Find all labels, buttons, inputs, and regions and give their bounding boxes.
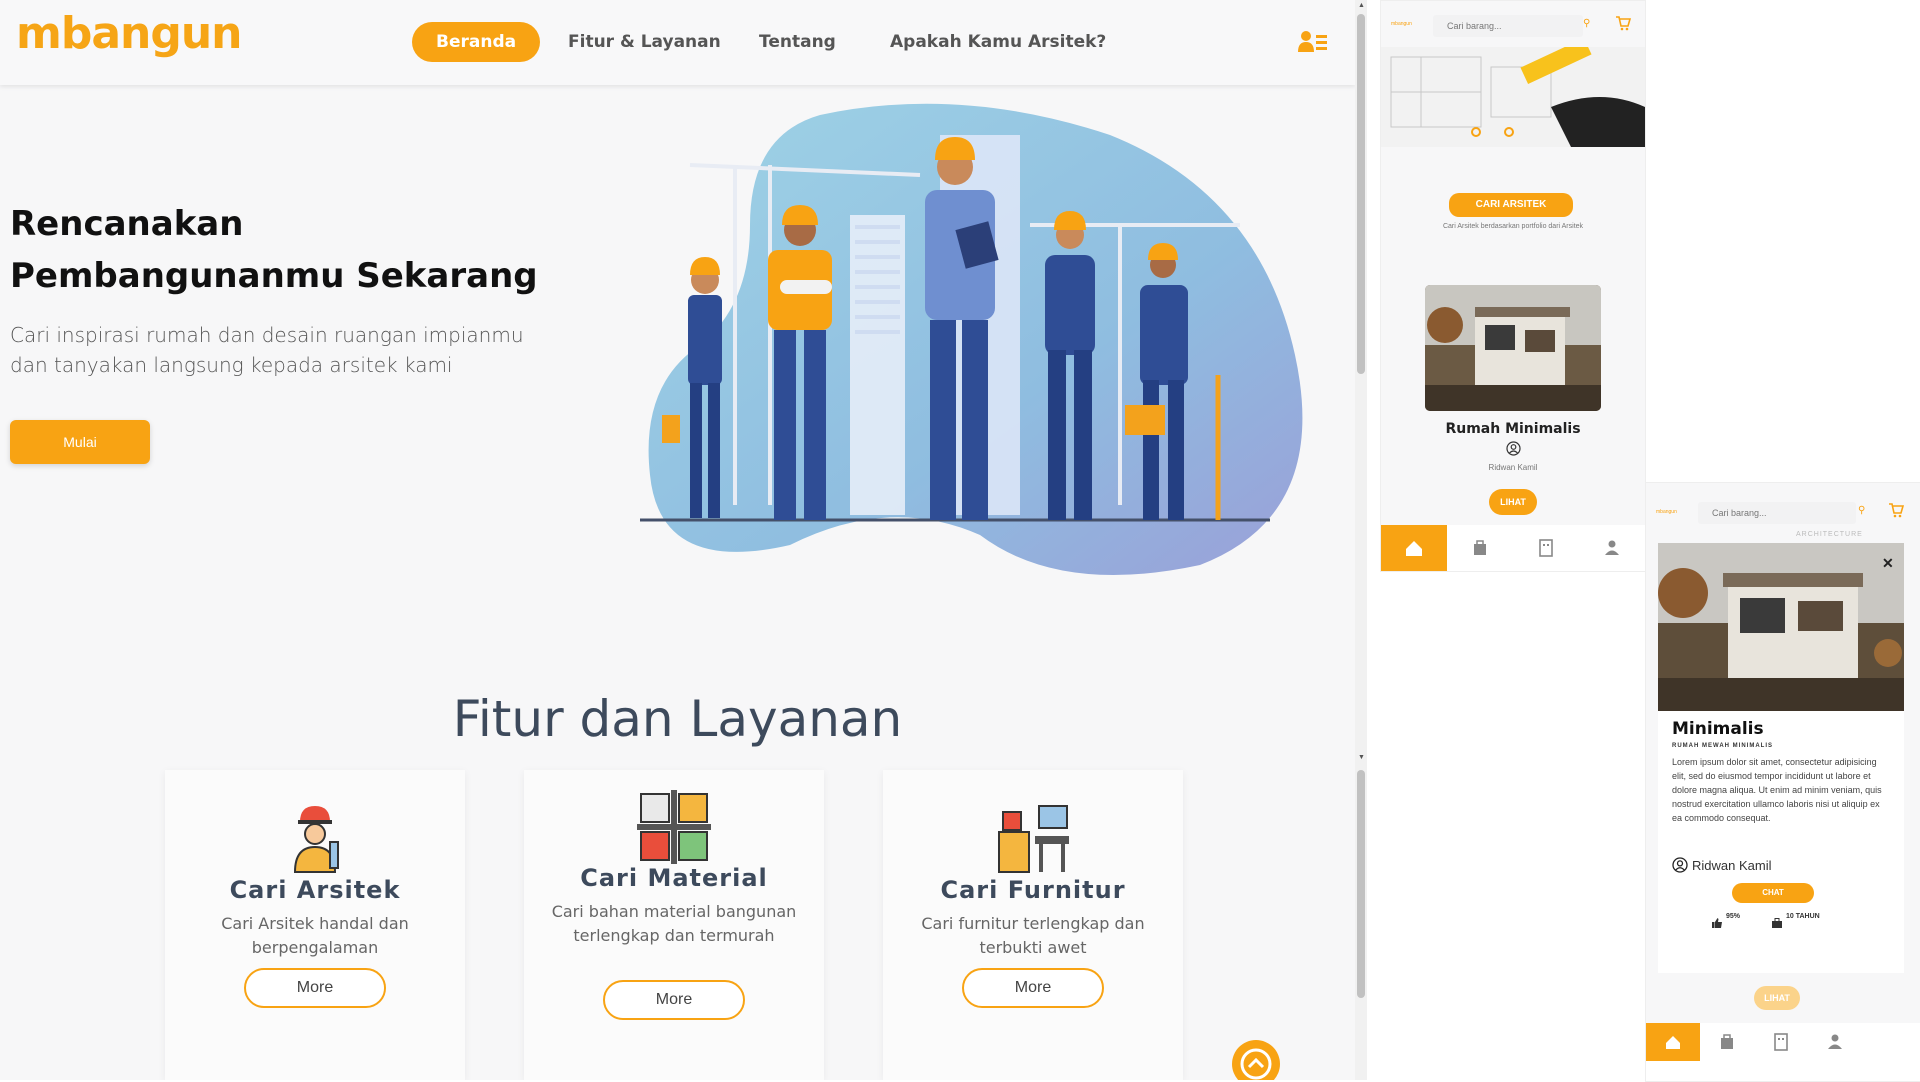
house-image[interactable]	[1425, 285, 1601, 411]
nav-beranda[interactable]: Beranda	[412, 22, 541, 62]
card-title: Cari Furnitur	[940, 876, 1126, 904]
logo[interactable]: mbangun	[16, 8, 243, 59]
mini-logo: mbangun	[1656, 509, 1677, 515]
detail-author: Ridwan Kamil	[1692, 858, 1772, 873]
card-description: Cari furnitur terlengkap dan terbukti aw…	[921, 914, 1145, 957]
card-title: Cari Material	[580, 864, 768, 892]
furniture-icon	[883, 802, 1183, 876]
more-button[interactable]: More	[244, 968, 386, 1008]
nav-arsitek[interactable]: Apakah Kamu Arsitek?	[890, 22, 1106, 62]
building-icon[interactable]	[1754, 1023, 1808, 1069]
search-input[interactable]: Cari barang...	[1698, 502, 1856, 524]
briefcase-icon	[1772, 915, 1782, 933]
mini-logo: mbangun	[1391, 21, 1412, 27]
navbar: mbangun Beranda Fitur & Layanan Tentang …	[0, 0, 1355, 85]
card-title: Rumah Minimalis	[1445, 421, 1581, 437]
search-icon[interactable]: ⚲	[1583, 18, 1590, 29]
bottom-tab-bar	[1381, 525, 1645, 571]
close-icon[interactable]: ✕	[1882, 555, 1894, 572]
thumbs-up-icon	[1712, 915, 1722, 933]
cta-caption: Cari Arsitek berdasarkan portfolio dari …	[1442, 223, 1584, 230]
user-menu-icon[interactable]	[1298, 30, 1328, 59]
search-input[interactable]: Cari barang...	[1433, 15, 1583, 37]
mobile-home-mockup: mbangun Cari barang... ⚲ CARI ARSITEK Ca…	[1380, 0, 1646, 572]
home-icon[interactable]	[1646, 1023, 1700, 1061]
profile-icon[interactable]	[1579, 525, 1645, 571]
hero-subtitle: Cari inspirasi rumah dan desain ruangan …	[10, 323, 524, 377]
lihat-button-behind: LIHAT	[1754, 986, 1800, 1010]
mulai-button[interactable]: Mulai	[10, 420, 150, 464]
nav-fitur-layanan[interactable]: Fitur & Layanan	[568, 22, 721, 62]
house-image	[1658, 543, 1904, 711]
bottom-tab-bar	[1646, 1023, 1920, 1081]
card-author: Ridwan Kamil	[1488, 463, 1538, 472]
chat-button[interactable]: CHAT	[1732, 883, 1814, 903]
scroll-to-top-button[interactable]	[1232, 1040, 1280, 1080]
scrollbar-thumb-lower[interactable]	[1357, 770, 1365, 998]
features-title: Fitur dan Layanan	[452, 690, 903, 748]
user-circle-icon	[1672, 857, 1688, 878]
shop-icon[interactable]	[1447, 525, 1513, 571]
architect-icon	[165, 802, 465, 876]
blueprint-banner-image	[1381, 38, 1645, 147]
feature-card-furnitur: Cari Furnitur Cari furnitur terlengkap d…	[883, 770, 1183, 1080]
detail-subtitle: RUMAH MEWAH MINIMALIS	[1672, 743, 1773, 749]
scrollbar-thumb-upper[interactable]	[1357, 14, 1365, 374]
detail-card: ✕ Minimalis RUMAH MEWAH MINIMALIS Lorem …	[1658, 543, 1904, 973]
profile-icon[interactable]	[1808, 1023, 1862, 1069]
feature-card-material: Cari Material Cari bahan material bangun…	[524, 770, 824, 1080]
chevron-up-icon	[1240, 1048, 1272, 1080]
nav-tentang[interactable]: Tentang	[759, 22, 836, 62]
mobile-detail-mockup: mbangun Cari barang... ⚲ ARCHITECTURE ✕ …	[1645, 482, 1920, 1082]
search-icon[interactable]: ⚲	[1858, 505, 1865, 516]
detail-description: Lorem ipsum dolor sit amet, consectetur …	[1672, 757, 1882, 823]
material-icon	[524, 790, 824, 864]
user-circle-icon	[1506, 441, 1521, 461]
scrollbar[interactable]: ▲ ▼	[1355, 0, 1367, 1080]
detail-title: Minimalis	[1672, 719, 1764, 739]
cari-arsitek-button[interactable]: CARI ARSITEK	[1449, 193, 1573, 217]
card-description: Cari Arsitek handal dan berpengalaman	[221, 914, 409, 957]
scroll-up-arrow-icon[interactable]: ▲	[1358, 2, 1365, 9]
more-button[interactable]: More	[962, 968, 1104, 1008]
home-icon[interactable]	[1381, 525, 1447, 571]
experience-stat: 10 TAHUN	[1786, 913, 1820, 920]
cart-icon[interactable]	[1615, 15, 1632, 36]
card-title: Cari Arsitek	[229, 876, 401, 904]
like-stat: 95%	[1726, 913, 1741, 920]
card-description: Cari bahan material bangunan terlengkap …	[551, 902, 797, 945]
building-icon[interactable]	[1513, 525, 1579, 571]
hero-title: Rencanakan Pembangunanmu Sekarang	[10, 204, 538, 296]
shop-icon[interactable]	[1700, 1023, 1754, 1069]
construction-workers-illustration	[640, 95, 1330, 580]
lihat-button[interactable]: LIHAT	[1489, 489, 1537, 515]
background-label: ARCHITECTURE	[1796, 531, 1863, 538]
scroll-down-arrow-icon[interactable]: ▼	[1358, 754, 1365, 761]
more-button[interactable]: More	[603, 980, 745, 1020]
desktop-page: mbangun Beranda Fitur & Layanan Tentang …	[0, 0, 1355, 1080]
feature-card-arsitek: Cari Arsitek Cari Arsitek handal dan ber…	[165, 770, 465, 1080]
cart-icon[interactable]	[1888, 502, 1905, 523]
